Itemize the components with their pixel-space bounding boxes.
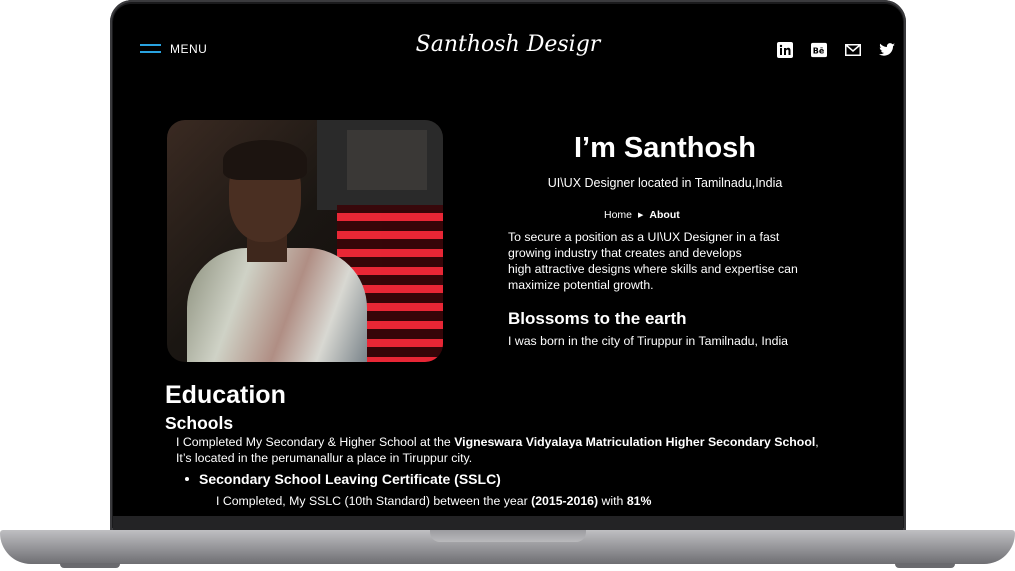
objective-text: To secure a position as a UI\UX Designer…: [508, 230, 798, 292]
breadcrumb: Home ▶ About: [604, 209, 680, 221]
sslc-description: I Completed, My SSLC (10th Standard) bet…: [216, 494, 652, 508]
breadcrumb-home[interactable]: Home: [604, 209, 632, 221]
bullet-icon: [185, 477, 189, 481]
screen: MENU Santhosh Desigr Bē I’m Santhosh UI\…: [113, 4, 903, 516]
sslc-heading: Secondary School Leaving Certificate (SS…: [185, 471, 501, 487]
school-name: Vigneswara Vidyalaya Matriculation Highe…: [454, 435, 816, 449]
profile-photo: [167, 120, 443, 362]
blossom-text: I was born in the city of Tiruppur in Ta…: [508, 334, 789, 348]
laptop-foot-right: [895, 563, 955, 568]
breadcrumb-current: About: [649, 209, 680, 221]
school-description: I Completed My Secondary & Higher School…: [176, 435, 819, 465]
mail-icon[interactable]: [845, 42, 861, 58]
twitter-icon[interactable]: [879, 42, 895, 58]
behance-icon[interactable]: Bē: [811, 42, 827, 58]
hero-subtitle: UI\UX Designer located in Tamilnadu,Indi…: [547, 176, 783, 190]
social-links: Bē: [777, 42, 895, 58]
education-heading: Education: [165, 381, 286, 409]
laptop-foot-left: [60, 563, 120, 568]
laptop-notch: [430, 530, 586, 542]
schools-heading: Schools: [165, 413, 234, 433]
blossom-heading: Blossoms to the earth: [508, 309, 687, 328]
chevron-right-icon: ▶: [638, 212, 644, 219]
linkedin-icon[interactable]: [777, 42, 793, 58]
screen-bezel-bottom: [113, 516, 903, 530]
hero-title: I’m Santhosh: [573, 132, 757, 164]
svg-text:Bē: Bē: [813, 47, 825, 56]
